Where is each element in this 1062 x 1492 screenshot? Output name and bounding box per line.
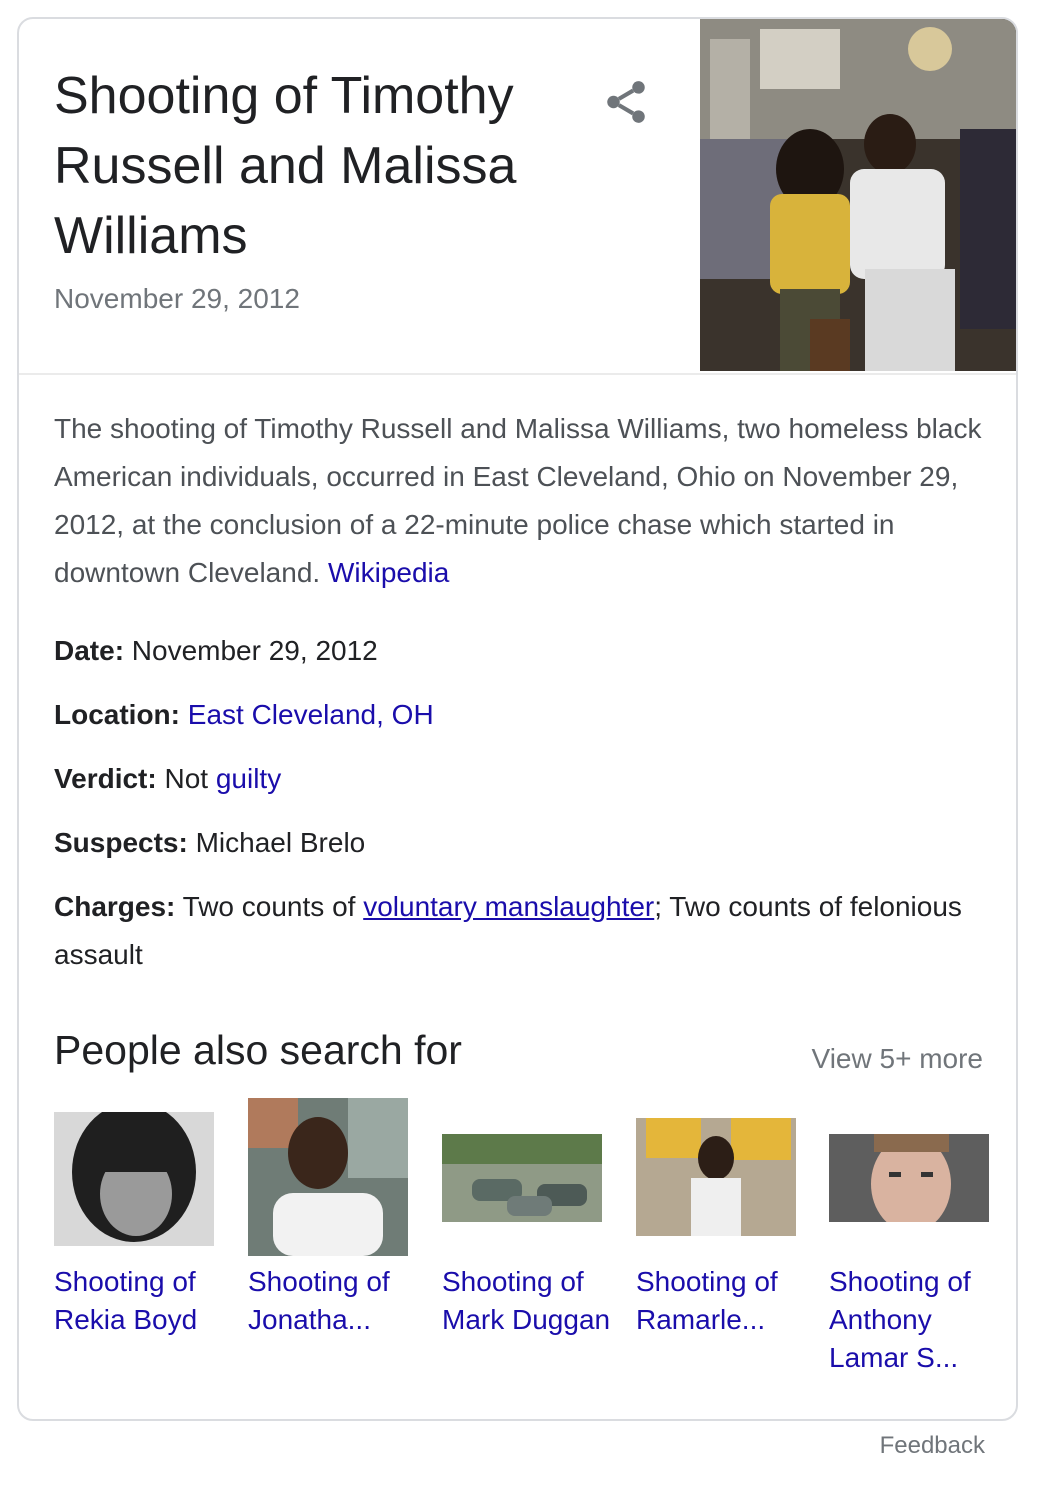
pasf-label-rekia-boyd[interactable]: Shooting of Rekia Boyd	[54, 1263, 224, 1339]
pasf-item-rekia-boyd[interactable]	[54, 1102, 214, 1251]
fact-verdict: Verdict: Not guilty	[54, 755, 989, 803]
thumbnail-image	[636, 1118, 796, 1236]
header-photo[interactable]	[700, 19, 1016, 371]
pasf-label-anthony-lamar[interactable]: Shooting of Anthony Lamar S...	[829, 1263, 999, 1377]
pasf-item-mark-duggan[interactable]	[442, 1134, 602, 1227]
knowledge-panel: Shooting of Timothy Russell and Malissa …	[17, 17, 1018, 1421]
facts-list: Date: November 29, 2012 Location: East C…	[54, 627, 989, 995]
fact-value: Two counts of	[182, 891, 356, 922]
fact-label: Charges:	[54, 891, 176, 922]
fact-value: Michael Brelo	[195, 827, 366, 858]
pasf-item-ramarley[interactable]	[636, 1118, 796, 1241]
fact-value: November 29, 2012	[131, 635, 378, 666]
thumbnail-image	[442, 1134, 602, 1222]
pasf-label-mark-duggan[interactable]: Shooting of Mark Duggan	[442, 1263, 612, 1339]
fact-date: Date: November 29, 2012	[54, 627, 989, 675]
description: The shooting of Timothy Russell and Mali…	[54, 405, 989, 597]
fact-location: Location: East Cleveland, OH	[54, 691, 989, 739]
thumbnail-image	[54, 1102, 214, 1246]
thumbnail-image	[248, 1098, 408, 1256]
thumbnail-image	[829, 1134, 989, 1232]
fact-label: Date:	[54, 635, 125, 666]
guilty-link[interactable]: guilty	[216, 763, 281, 794]
panel-header: Shooting of Timothy Russell and Malissa …	[19, 19, 1016, 373]
fact-suspects: Suspects: Michael Brelo	[54, 819, 989, 867]
fact-value: Not	[164, 763, 209, 794]
feedback-link[interactable]: Feedback	[880, 1432, 985, 1460]
page-title: Shooting of Timothy Russell and Malissa …	[54, 67, 517, 265]
pasf-label-jonathan[interactable]: Shooting of Jonatha...	[248, 1263, 418, 1339]
fact-charges: Charges: Two counts of voluntary manslau…	[54, 883, 989, 979]
fact-label: Suspects:	[54, 827, 188, 858]
view-more-link[interactable]: View 5+ more	[812, 1043, 983, 1075]
people-also-search-title: People also search for	[54, 1027, 462, 1073]
event-date-subtitle: November 29, 2012	[54, 283, 300, 314]
pasf-item-anthony-lamar[interactable]	[829, 1134, 989, 1232]
wikipedia-link[interactable]: Wikipedia	[328, 557, 449, 588]
voluntary-manslaughter-link[interactable]: voluntary manslaughter	[363, 891, 654, 922]
location-link[interactable]: East Cleveland, OH	[188, 699, 434, 730]
fact-label: Verdict:	[54, 763, 157, 794]
pasf-label-ramarley[interactable]: Shooting of Ramarle...	[636, 1263, 806, 1339]
share-icon[interactable]	[601, 77, 651, 127]
fact-label: Location:	[54, 699, 180, 730]
description-text: The shooting of Timothy Russell and Mali…	[54, 413, 982, 588]
header-divider	[19, 373, 1016, 375]
pasf-item-jonathan[interactable]	[248, 1098, 408, 1261]
